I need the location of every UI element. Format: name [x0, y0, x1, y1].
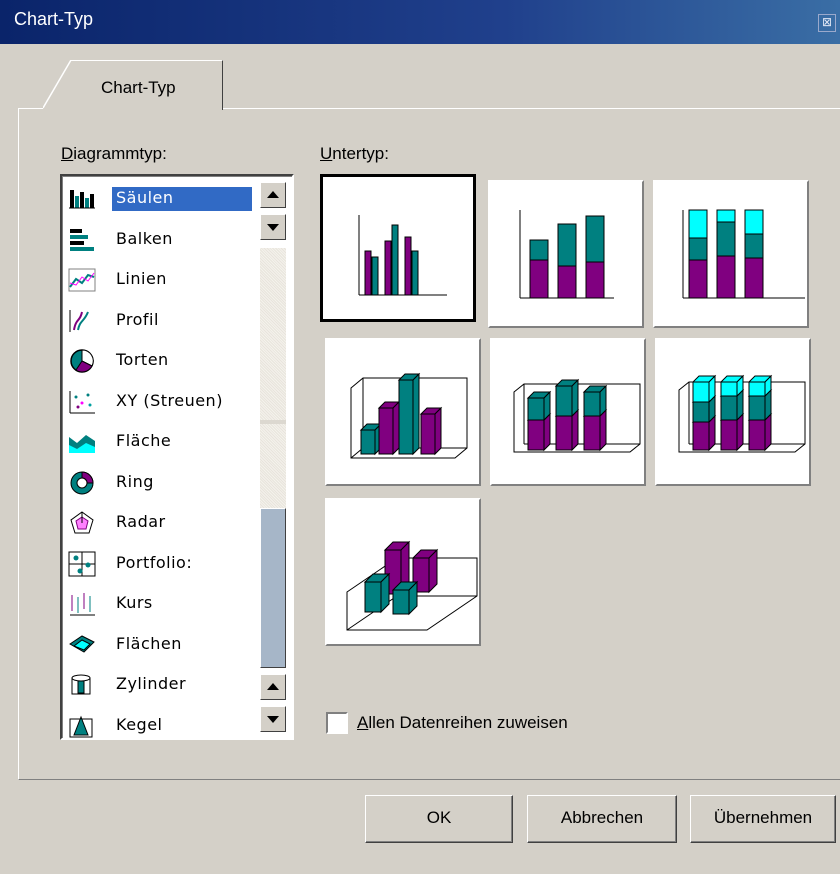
chart-type-item[interactable]: Kurs: [68, 585, 258, 621]
surface-chart-icon: [68, 632, 96, 658]
chart-type-label: Zylinder: [116, 674, 187, 693]
stock-chart-icon: [68, 591, 96, 617]
scatter-chart-icon: [68, 389, 96, 415]
chart-type-label: Kegel: [116, 714, 163, 734]
ring-chart-icon: [68, 470, 96, 496]
portfolio-chart-icon: [68, 551, 96, 577]
subtype-preview-icon: [350, 372, 468, 459]
arrow-up-icon: [267, 683, 279, 690]
area-chart-icon: [68, 429, 96, 455]
title-bar: Chart-Typ ⊠: [0, 0, 840, 44]
scroll-up-button-lower[interactable]: [260, 674, 286, 700]
chart-type-label: Säulen: [112, 187, 252, 211]
subtype-3d-clustered-column[interactable]: [324, 337, 482, 487]
chart-type-item[interactable]: Linien: [68, 261, 258, 297]
subtype-preview-icon: [682, 209, 805, 299]
chart-type-label: Flächen: [116, 633, 182, 653]
chart-type-label: Kurs: [116, 593, 153, 612]
chart-type-label: Portfolio:: [116, 552, 193, 572]
radar-chart-icon: [68, 510, 96, 536]
chart-type-item[interactable]: Säulen: [68, 180, 258, 216]
chart-type-item[interactable]: Profil: [68, 302, 258, 338]
cylinder-chart-icon: [68, 672, 96, 698]
cancel-button[interactable]: Abbrechen: [527, 795, 677, 843]
profile-chart-icon: [68, 308, 96, 334]
list-scrollbar[interactable]: [256, 174, 292, 740]
scroll-down-button[interactable]: [260, 214, 286, 240]
chart-type-item[interactable]: Kegel: [68, 707, 258, 743]
arrow-up-icon: [267, 191, 279, 198]
scroll-track-divider: [260, 420, 286, 424]
subtype-stacked-column[interactable]: [487, 179, 645, 329]
subtype-preview-icon: [519, 210, 614, 299]
subtype-3d-percent-stacked-column[interactable]: [654, 337, 812, 487]
scroll-up-button[interactable]: [260, 182, 286, 208]
apply-button[interactable]: Übernehmen: [690, 795, 836, 843]
ok-button[interactable]: OK: [365, 795, 513, 843]
assign-all-series-label[interactable]: Allen Datenreihen zuweisen: [357, 713, 568, 733]
tab-chart-typ[interactable]: Chart-Typ: [43, 60, 223, 110]
column-chart-icon: [68, 186, 96, 212]
assign-all-series-checkbox[interactable]: [326, 712, 348, 734]
chart-type-label: Ring: [116, 471, 154, 491]
chart-type-label: Profil: [116, 309, 159, 329]
cone-chart-icon: [68, 713, 96, 739]
chart-type-item[interactable]: Balken: [68, 221, 258, 257]
chart-type-item[interactable]: Fläche: [68, 423, 258, 459]
chart-type-item[interactable]: Radar: [68, 504, 258, 540]
chart-type-item[interactable]: Portfolio:: [68, 545, 258, 581]
chart-type-item[interactable]: Ring: [68, 464, 258, 500]
chart-type-label: Radar: [116, 512, 166, 531]
pie-chart-icon: [68, 348, 96, 374]
subtype-clustered-column[interactable]: [319, 173, 477, 323]
chart-type-label: XY (Streuen): [116, 390, 223, 410]
window-title: Chart-Typ: [14, 9, 94, 29]
chart-type-label: Fläche: [116, 431, 172, 450]
close-icon[interactable]: ⊠: [818, 14, 836, 32]
subtype-preview-icon: [346, 540, 478, 631]
chart-type-item[interactable]: Torten: [68, 342, 258, 378]
untertyp-label: Untertyp:: [320, 144, 389, 163]
chart-type-item[interactable]: Zylinder: [68, 666, 258, 702]
bar-chart-icon: [68, 227, 96, 253]
tab-label: Chart-Typ: [101, 78, 176, 97]
subtype-preview-icon: [678, 374, 806, 453]
chart-type-item[interactable]: XY (Streuen): [68, 383, 258, 419]
chart-type-label: Torten: [116, 350, 169, 369]
arrow-down-icon: [267, 716, 279, 723]
scroll-thumb[interactable]: [260, 508, 286, 668]
subtype-percent-stacked-column[interactable]: [652, 179, 810, 329]
diagrammtyp-label: Diagrammtyp:: [61, 144, 167, 163]
chart-type-label: Linien: [116, 269, 167, 288]
chart-type-label: Balken: [116, 228, 173, 248]
subtype-preview-icon: [513, 378, 641, 453]
chart-type-item[interactable]: Flächen: [68, 626, 258, 662]
subtype-preview-icon: [358, 215, 447, 296]
subtype-3d-stacked-column[interactable]: [489, 337, 647, 487]
line-chart-icon: [68, 267, 96, 293]
subtype-3d-column[interactable]: [324, 497, 482, 647]
scroll-down-button-lower[interactable]: [260, 706, 286, 732]
arrow-down-icon: [267, 224, 279, 231]
